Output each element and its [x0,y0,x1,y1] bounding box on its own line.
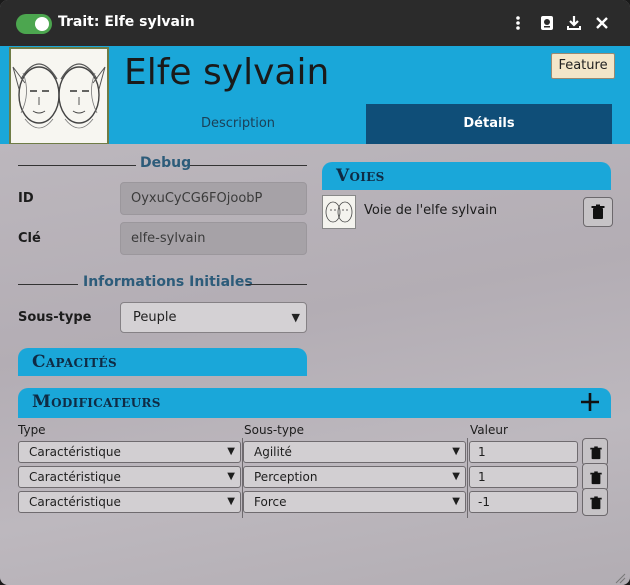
item-type-badge: Feature [551,53,615,79]
modifier-type-select[interactable]: Caractéristique ▼ [18,441,241,463]
more-vertical-icon[interactable] [509,14,527,32]
initial-info-legend: Informations Initiales [18,274,307,294]
col-header-type: Type [18,423,46,437]
modifier-type-select[interactable]: Caractéristique ▼ [18,466,241,488]
column-divider [467,438,468,518]
id-label: ID [18,191,34,206]
subtype-select[interactable]: Peuple ▼ [120,302,307,333]
chevron-down-icon: ▼ [452,446,460,457]
delete-modifier-button[interactable] [582,463,608,491]
initial-info-legend-title: Informations Initiales [83,274,253,290]
chevron-down-icon: ▼ [227,496,235,507]
legend-line-left [18,284,78,285]
window-title: Trait: Elfe sylvain [58,14,195,30]
modifier-subtype-select[interactable]: Perception ▼ [243,466,466,488]
voie-thumbnail[interactable] [322,195,356,229]
delete-voie-button[interactable] [583,197,613,227]
chevron-down-icon: ▼ [452,496,460,507]
modifier-type-select[interactable]: Caractéristique ▼ [18,491,241,513]
chevron-down-icon: ▼ [291,311,300,324]
tab-details[interactable]: Détails [366,104,612,144]
legend-line-right [190,165,307,166]
modifier-subtype-select[interactable]: Agilité ▼ [243,441,466,463]
item-sheet-window: Trait: Elfe sylvain Elfe sylvain Feature… [0,0,630,585]
toggle-knob [35,17,49,31]
debug-legend-title: Debug [140,155,192,171]
trash-icon [590,471,602,485]
chevron-down-icon: ▼ [227,446,235,457]
enabled-toggle[interactable] [16,14,52,34]
legend-line-right [246,284,307,285]
modifier-subtype-value: Agilité [254,445,292,459]
chevron-down-icon: ▼ [227,471,235,482]
modifier-type-value: Caractéristique [29,445,121,459]
trash-icon [590,446,602,460]
item-portrait[interactable] [9,47,109,145]
voie-item-label[interactable]: Voie de l'elfe sylvain [364,203,497,218]
key-field[interactable]: elfe-sylvain [120,222,307,255]
add-modifier-icon[interactable] [579,391,601,417]
legend-line-left [18,165,136,166]
modifier-type-value: Caractéristique [29,495,121,509]
resize-handle[interactable] [614,569,626,584]
debug-legend: Debug [18,155,307,175]
journal-icon[interactable] [538,14,556,32]
modifier-subtype-select[interactable]: Force ▼ [243,491,466,513]
modifier-type-value: Caractéristique [29,470,121,484]
modifier-subtype-value: Force [254,495,287,509]
chevron-down-icon: ▼ [452,471,460,482]
col-header-subtype: Sous-type [244,423,304,437]
modifier-value-input[interactable]: 1 [469,441,578,463]
modificateurs-title: Modificateurs [32,392,161,412]
tab-description[interactable]: Description [110,104,366,144]
trash-icon [590,496,602,510]
voies-section-header: Voies [322,162,611,190]
modifier-value-input[interactable]: -1 [469,491,578,513]
download-icon[interactable] [565,14,583,32]
modifier-value-input[interactable]: 1 [469,466,578,488]
capacites-section-header: Capacités [18,348,307,376]
voies-title: Voies [336,166,385,186]
window-titlebar[interactable]: Trait: Elfe sylvain [0,0,630,46]
item-name[interactable]: Elfe sylvain [124,52,329,93]
subtype-label: Sous-type [18,310,92,325]
col-header-value: Valeur [470,423,508,437]
key-label: Clé [18,231,41,246]
capacites-title: Capacités [32,352,117,372]
trash-icon [591,204,605,219]
subtype-select-value: Peuple [133,310,177,325]
delete-modifier-button[interactable] [582,438,608,466]
delete-modifier-button[interactable] [582,488,608,516]
modificateurs-section-header: Modificateurs [18,388,611,418]
modifier-subtype-value: Perception [254,470,318,484]
id-field[interactable]: OyxuCyCG6FOjoobP [120,182,307,215]
close-icon[interactable] [593,14,611,32]
